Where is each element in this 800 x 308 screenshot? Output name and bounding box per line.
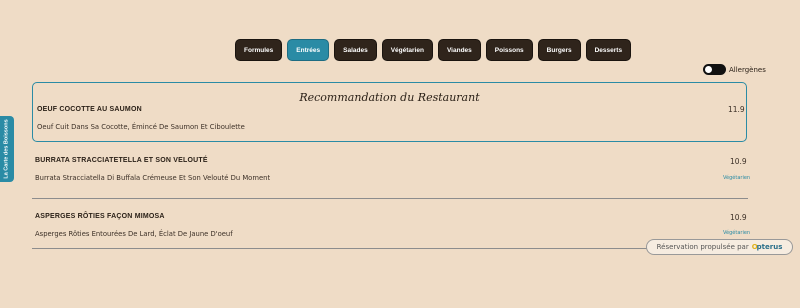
menu-item-description: Burrata Stracciatella Di Buffala Crémeus…: [35, 174, 271, 182]
vegetarian-badge: Végétarien: [723, 175, 751, 181]
menu-item-price: 10.9: [730, 157, 747, 166]
vegetarian-badge: Végétarien: [723, 230, 751, 236]
menu-item-description: Asperges Rôties Entourées De Lard, Éclat…: [35, 230, 233, 238]
category-button-viandes[interactable]: Viandes: [438, 40, 480, 60]
category-button-entrees[interactable]: Entrées: [288, 40, 329, 60]
category-button-vegetarien[interactable]: Végétarien: [382, 40, 432, 60]
menu-item-name: ASPERGES RÔTIES FAÇON MIMOSA: [35, 213, 165, 220]
category-nav: Formules Entrées Salades Végétarien Vian…: [236, 40, 631, 60]
item-divider: [32, 198, 748, 199]
reservation-brand: pterus: [756, 243, 783, 251]
reservation-text: Réservation propulsée par: [656, 243, 749, 251]
drinks-menu-side-tab-label: La Carte des Boissons: [4, 119, 11, 179]
recommendation-title: Recommandation du Restaurant: [299, 91, 480, 104]
allergen-toggle[interactable]: [703, 64, 726, 75]
category-button-salades[interactable]: Salades: [335, 40, 376, 60]
category-button-desserts[interactable]: Desserts: [586, 40, 631, 60]
menu-item-price: 11.9: [728, 105, 745, 114]
menu-item-name: BURRATA STRACCIATETELLA ET SON VELOUTÉ: [35, 157, 208, 164]
allergen-toggle-group: Allergènes: [703, 64, 766, 75]
category-button-formules[interactable]: Formules: [236, 40, 282, 60]
menu-item-price: 10.9: [730, 213, 747, 222]
category-button-burgers[interactable]: Burgers: [538, 40, 580, 60]
category-button-poissons[interactable]: Poissons: [486, 40, 532, 60]
drinks-menu-side-tab[interactable]: La Carte des Boissons: [0, 116, 14, 182]
menu-item-name: OEUF COCOTTE AU SAUMON: [37, 106, 142, 113]
menu-item-description: Oeuf Cuit Dans Sa Cocotte, Émincé De Sau…: [37, 123, 245, 131]
item-divider: [32, 248, 748, 249]
allergen-toggle-label: Allergènes: [729, 65, 766, 74]
reservation-powered-by-link[interactable]: Réservation propulsée par Opterus: [646, 239, 793, 255]
